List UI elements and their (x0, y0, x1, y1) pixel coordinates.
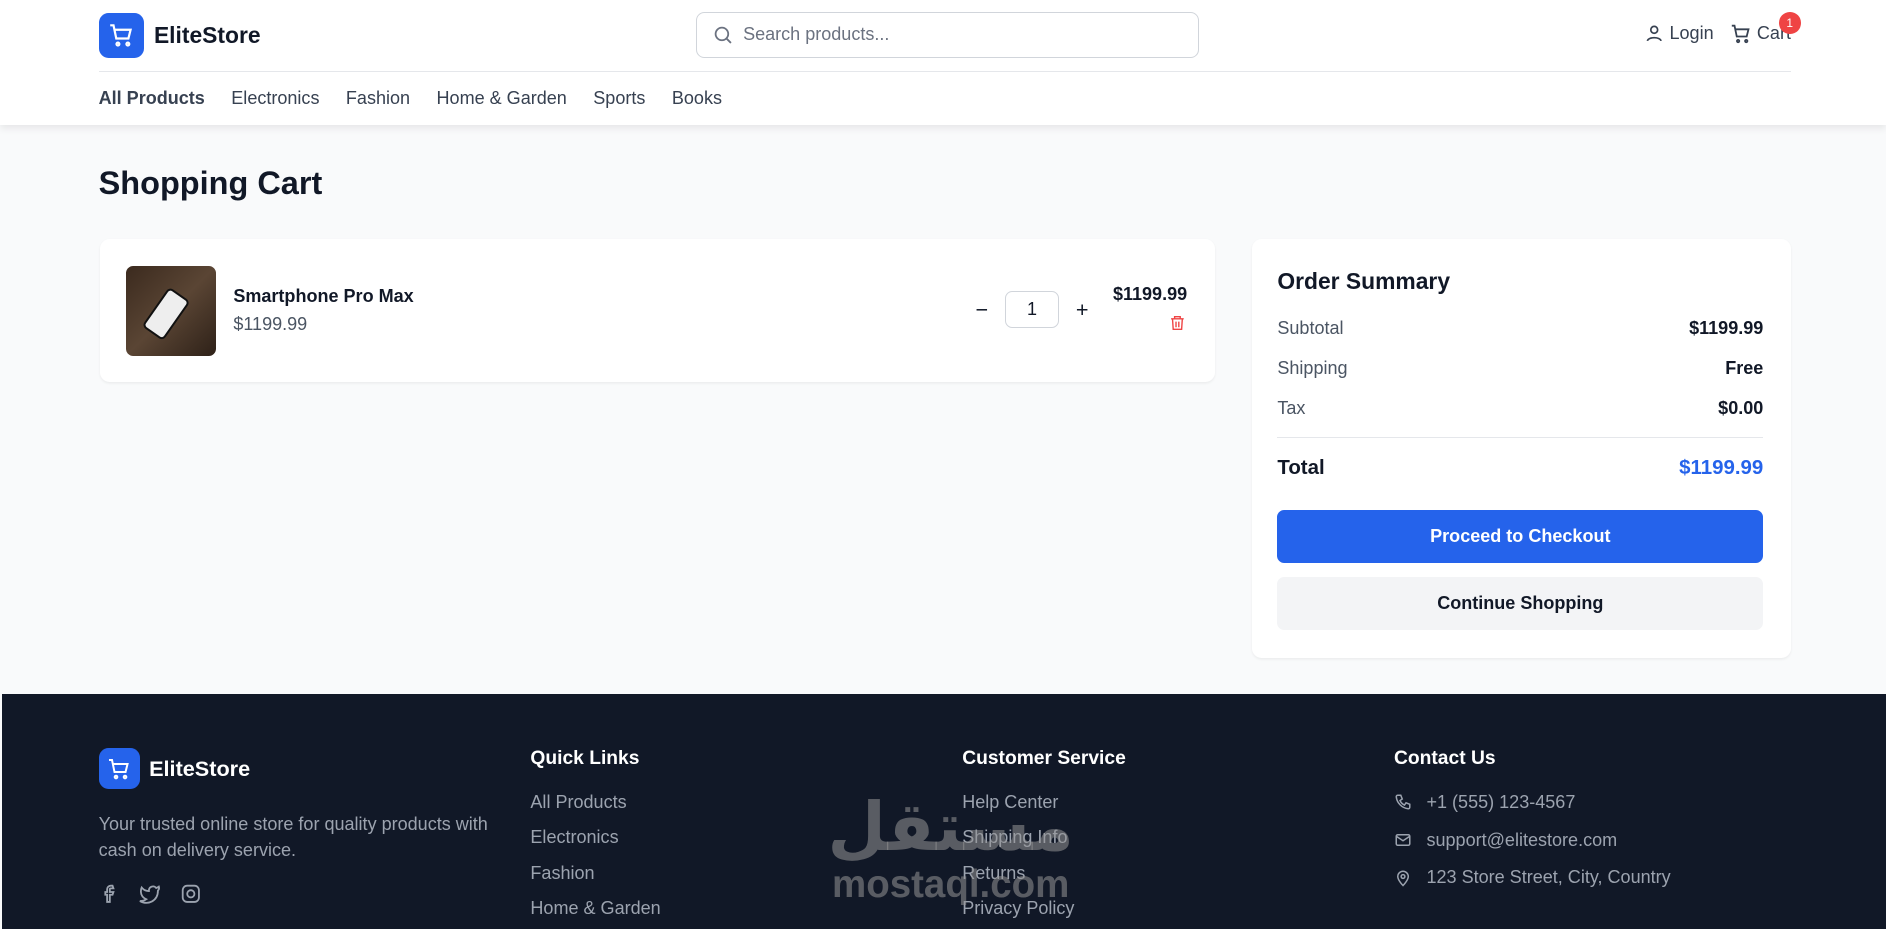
search-box[interactable] (696, 12, 1200, 58)
watermark-latin: mostaql.com (832, 863, 1070, 906)
category-nav: All Products Electronics Fashion Home & … (99, 88, 722, 109)
page-title: Shopping Cart (98, 164, 323, 201)
watermark-arabic: مستقل (827, 789, 1074, 865)
footer-link[interactable]: Home & Garden (530, 898, 660, 919)
service-title: Customer Service (962, 748, 1126, 770)
phone-icon (1395, 794, 1411, 810)
product-name: Smartphone Pro Max (233, 286, 414, 307)
shipping-value: Free (1725, 358, 1764, 379)
order-summary: Order Summary Subtotal $1199.99 Shipping F… (1252, 239, 1791, 658)
contact-phone: +1 (555) 123-4567 (1394, 792, 1671, 813)
subtotal-value: $1199.99 (1689, 317, 1764, 338)
map-pin-icon (1397, 870, 1410, 887)
twitter-icon[interactable] (139, 883, 161, 905)
address-text: 123 Store Street, City, Country (1426, 867, 1671, 888)
mail-icon (1395, 834, 1411, 847)
logo[interactable]: EliteStore (98, 13, 261, 58)
nav-fashion[interactable]: Fashion (346, 88, 410, 109)
nav-electronics[interactable]: Electronics (231, 88, 319, 109)
subtotal-row: Subtotal $1199.99 (1277, 318, 1763, 339)
total-label: Total (1277, 455, 1325, 479)
phone-text: +1 (555) 123-4567 (1426, 791, 1576, 812)
contact-title: Contact Us (1394, 748, 1496, 770)
checkout-button[interactable]: Proceed to Checkout (1277, 509, 1764, 563)
quantity-stepper: − 1 + (975, 291, 1089, 329)
nav-books[interactable]: Books (672, 88, 722, 109)
continue-shopping-button[interactable]: Continue Shopping (1277, 577, 1764, 631)
total-row: Total $1199.99 (1277, 456, 1763, 480)
shipping-row: Shipping Free (1277, 358, 1763, 379)
search-input[interactable] (743, 24, 1177, 46)
nav-all-products[interactable]: All Products (99, 88, 205, 109)
nav-sports[interactable]: Sports (593, 88, 645, 109)
contact-email: support@elitestore.com (1394, 830, 1671, 851)
decrease-button[interactable]: − (975, 297, 988, 323)
subtotal-label: Subtotal (1277, 317, 1344, 338)
footer-link[interactable]: All Products (530, 792, 660, 813)
footer-logo[interactable]: EliteStore (98, 748, 502, 790)
header-divider (98, 70, 1791, 73)
watermark: مستقل mostaql.com (828, 794, 1074, 905)
login-link[interactable]: Login (1644, 23, 1714, 45)
item-total: $1199.99 (1112, 283, 1188, 304)
total-value: $1199.99 (1679, 455, 1764, 479)
cart-item: Smartphone Pro Max $1199.99 − 1 + $1199.… (99, 239, 1215, 383)
footer-logo-text: EliteStore (149, 755, 251, 781)
shipping-label: Shipping (1277, 358, 1348, 379)
cart-logo-icon (98, 13, 145, 58)
summary-divider (1277, 436, 1764, 438)
instagram-icon[interactable] (180, 883, 202, 905)
footer-about: EliteStore Your trusted online store for… (98, 748, 502, 905)
product-image[interactable] (126, 265, 217, 356)
trash-icon[interactable] (1169, 314, 1186, 332)
product-price: $1199.99 (233, 313, 308, 334)
summary-title: Order Summary (1277, 268, 1451, 295)
cart-logo-icon (98, 748, 140, 790)
cart-count-badge: 1 (1778, 12, 1801, 34)
logo-text: EliteStore (153, 21, 261, 48)
cart-link[interactable]: Cart 1 (1730, 12, 1801, 45)
nav-home-garden[interactable]: Home & Garden (437, 88, 567, 109)
cart-icon (1732, 24, 1751, 43)
quick-links-title: Quick Links (530, 748, 640, 770)
contact-address: 123 Store Street, City, Country (1394, 867, 1671, 888)
tax-label: Tax (1277, 398, 1306, 419)
tax-row: Tax $0.00 (1277, 398, 1763, 419)
quantity-field[interactable]: 1 (1004, 291, 1060, 329)
user-icon (1646, 25, 1663, 42)
tax-value: $0.00 (1718, 398, 1764, 419)
login-label: Login (1669, 23, 1714, 44)
footer-contact: Contact Us +1 (555) 123-4567 support@eli… (1394, 748, 1671, 905)
footer-quick-links: Quick Links All Products Electronics Fas… (530, 748, 660, 929)
search-icon (714, 26, 732, 44)
facebook-icon[interactable] (99, 883, 121, 905)
footer-link[interactable]: Fashion (530, 863, 660, 884)
footer-tagline: Your trusted online store for quality pr… (98, 813, 488, 861)
footer-link[interactable]: Electronics (530, 827, 660, 848)
increase-button[interactable]: + (1076, 297, 1089, 323)
site-header: EliteStore Login Cart1 All Products Elec… (0, 0, 1886, 126)
email-text[interactable]: support@elitestore.com (1426, 830, 1617, 851)
